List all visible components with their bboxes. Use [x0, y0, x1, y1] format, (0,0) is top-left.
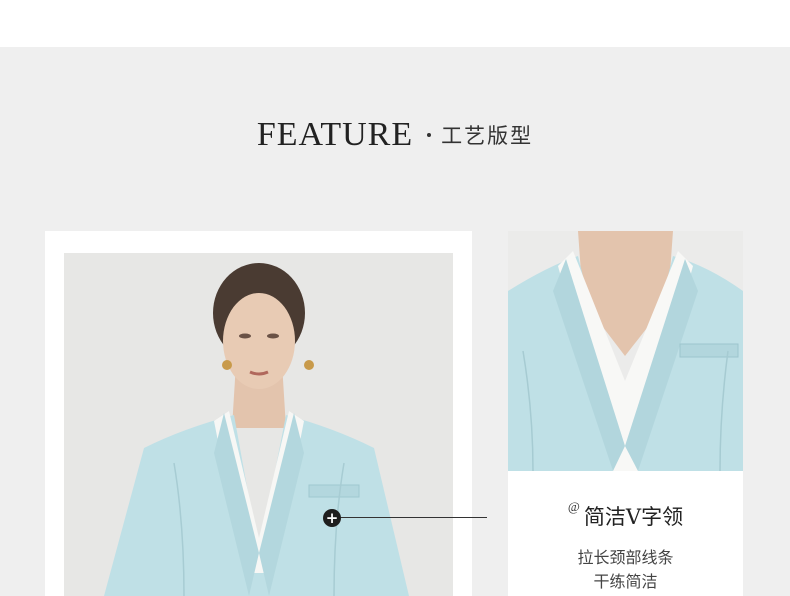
feature-description-line1: 拉长颈部线条 [577, 548, 674, 567]
feature-marker: @ [567, 499, 580, 514]
feature-caption: @ 简洁V字领 拉长颈部线条 干练简洁 [508, 471, 743, 596]
feature-description-line2: 干练简洁 [593, 572, 658, 591]
feature-title-text: 简洁V字领 [583, 505, 684, 529]
collar-detail-photo [508, 231, 743, 471]
heading-chinese: 工艺版型 [441, 124, 534, 148]
feature-title: @ 简洁V字领 [508, 499, 743, 531]
heading-separator-dot [427, 133, 432, 137]
section-heading: FEATURE 工艺版型 [0, 116, 790, 160]
heading-english: FEATURE [256, 116, 414, 153]
top-strip [0, 0, 790, 47]
plus-icon[interactable]: + [323, 509, 341, 527]
callout-line [340, 517, 487, 518]
model-photo [64, 253, 453, 596]
